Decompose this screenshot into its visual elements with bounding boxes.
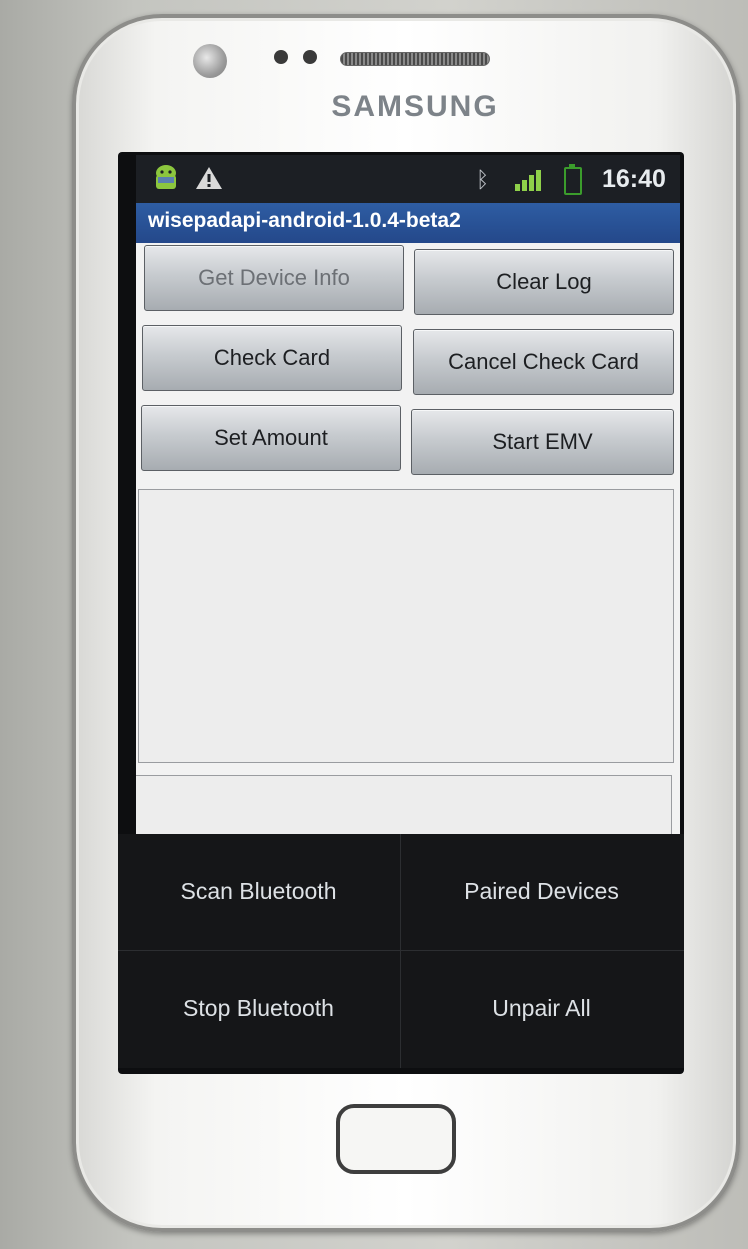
menu-item-stop-bluetooth[interactable]: Stop Bluetooth [118, 951, 399, 1066]
menu-divider [118, 950, 684, 951]
status-time: 16:40 [602, 165, 666, 193]
options-menu: Scan Bluetooth Paired Devices Stop Bluet… [118, 834, 684, 1068]
app-screen: ᛒ 16:40 wisepadapi-android-1.0.4-beta2 G… [136, 155, 680, 835]
status-text-field[interactable] [136, 775, 672, 835]
menu-item-unpair-all[interactable]: Unpair All [401, 951, 682, 1066]
status-bar: ᛒ 16:40 [136, 155, 680, 203]
warning-icon [196, 167, 222, 189]
light-sensor [303, 50, 317, 64]
log-text-area[interactable] [138, 489, 674, 763]
brand-logo: SAMSUNG [331, 90, 499, 123]
clear-log-button[interactable]: Clear Log [414, 249, 674, 315]
menu-divider [400, 834, 401, 1068]
bluetooth-icon: ᛒ [476, 167, 490, 192]
set-amount-button[interactable]: Set Amount [141, 405, 401, 471]
get-device-info-button[interactable]: Get Device Info [144, 245, 404, 311]
cancel-check-card-button[interactable]: Cancel Check Card [413, 329, 674, 395]
front-camera [193, 44, 227, 78]
battery-icon [564, 164, 582, 195]
proximity-sensor [274, 50, 288, 64]
title-bar: wisepadapi-android-1.0.4-beta2 [136, 203, 680, 243]
app-title: wisepadapi-android-1.0.4-beta2 [148, 209, 461, 232]
menu-item-paired-devices[interactable]: Paired Devices [401, 834, 682, 949]
menu-item-scan-bluetooth[interactable]: Scan Bluetooth [118, 834, 399, 949]
check-card-button[interactable]: Check Card [142, 325, 402, 391]
home-button[interactable] [336, 1104, 456, 1174]
earpiece-speaker [340, 52, 490, 66]
start-emv-button[interactable]: Start EMV [411, 409, 674, 475]
android-notification-icon [156, 165, 176, 189]
signal-icon [515, 170, 541, 191]
